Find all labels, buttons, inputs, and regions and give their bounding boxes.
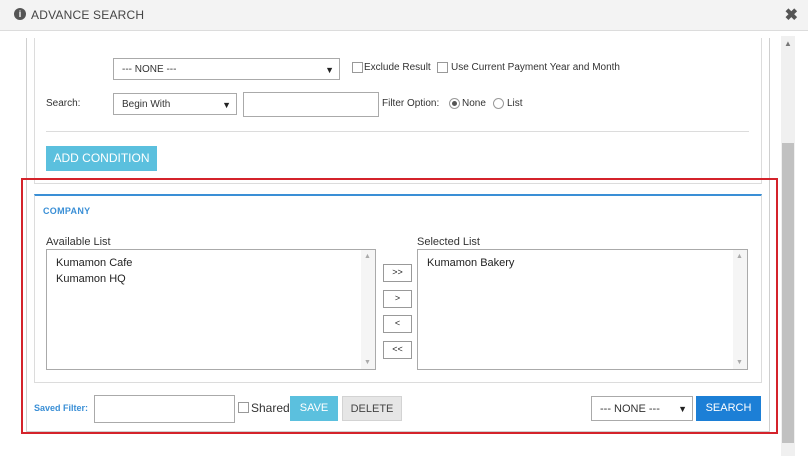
filter-option-label: Filter Option: [382,98,440,109]
scroll-up-icon[interactable]: ▲ [364,253,371,260]
use-payment-checkbox[interactable] [437,62,448,73]
available-list[interactable]: Kumamon Cafe Kumamon HQ ▲ ▼ [46,249,376,370]
filter-list-label: List [507,98,523,109]
filter-list-radio[interactable] [493,98,504,109]
saved-filter-select[interactable]: --- NONE --- ▼ [591,396,693,421]
selected-list-scrollbar[interactable]: ▲ ▼ [733,250,747,369]
chevron-down-icon: ▼ [222,100,231,110]
scroll-down-icon[interactable]: ▼ [364,359,371,366]
list-item[interactable]: Kumamon Cafe [56,257,132,269]
saved-filter-input[interactable] [94,395,235,423]
move-left-button[interactable]: < [383,315,412,333]
chevron-down-icon: ▼ [325,65,334,75]
dialog-titlebar: i ADVANCE SEARCH ✖ [0,0,808,31]
scroll-up-icon[interactable]: ▲ [736,253,743,260]
available-list-scrollbar[interactable]: ▲ ▼ [361,250,375,369]
dialog-scrollbar[interactable]: ▲ [781,36,795,456]
selected-list-label: Selected List [417,236,480,248]
close-icon[interactable]: ✖ [785,5,798,25]
exclude-result-checkbox[interactable] [352,62,363,73]
chevron-down-icon: ▼ [678,404,687,414]
add-condition-button[interactable]: ADD CONDITION [46,146,157,171]
search-mode-select[interactable]: Begin With ▼ [113,93,237,115]
move-all-left-button[interactable]: << [383,341,412,359]
shared-label: Shared [251,401,290,415]
condition-field-select-value: --- NONE --- [122,64,177,75]
scroll-up-icon[interactable]: ▲ [781,38,795,50]
scrollbar-thumb[interactable] [782,143,794,443]
delete-button[interactable]: DELETE [342,396,402,421]
search-label: Search: [46,98,81,109]
condition-divider [46,131,749,132]
dialog-title: ADVANCE SEARCH [31,8,145,22]
exclude-result-label: Exclude Result [364,62,431,73]
selected-list[interactable]: Kumamon Bakery ▲ ▼ [417,249,748,370]
search-mode-select-value: Begin With [122,99,171,110]
use-payment-label: Use Current Payment Year and Month [451,62,620,73]
list-item[interactable]: Kumamon HQ [56,273,126,285]
save-button[interactable]: SAVE [290,396,338,421]
search-value-input[interactable] [243,92,379,117]
condition-field-select[interactable]: --- NONE --- ▼ [113,58,340,80]
filter-none-radio[interactable] [449,98,460,109]
info-icon: i [14,8,26,20]
list-item[interactable]: Kumamon Bakery [427,257,514,269]
available-list-label: Available List [46,236,111,248]
search-button[interactable]: SEARCH [696,396,761,421]
move-all-right-button[interactable]: >> [383,264,412,282]
company-title: COMPANY [43,206,91,216]
saved-filter-select-value: --- NONE --- [600,403,660,415]
shared-checkbox[interactable] [238,402,249,413]
saved-filter-label: Saved Filter: [34,403,89,413]
filter-none-label: None [462,98,486,109]
scroll-down-icon[interactable]: ▼ [736,359,743,366]
move-right-button[interactable]: > [383,290,412,308]
